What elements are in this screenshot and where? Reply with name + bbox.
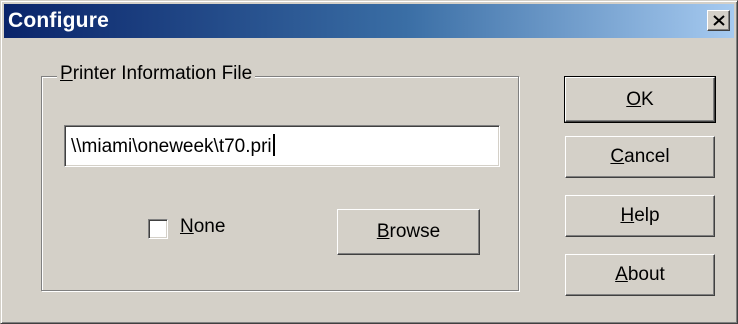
close-button[interactable] <box>707 10 730 31</box>
help-button[interactable]: Help <box>565 195 715 237</box>
printer-info-group-label: Printer Information File <box>57 63 256 85</box>
window-title: Configure <box>8 9 109 32</box>
title-bar[interactable]: Configure <box>4 4 734 38</box>
browse-button[interactable]: Browse <box>337 209 480 255</box>
none-checkbox[interactable] <box>148 219 168 239</box>
close-icon <box>712 15 725 26</box>
ok-button[interactable]: OK <box>564 76 716 123</box>
printer-info-groupbox: Printer Information File <box>41 63 519 291</box>
printer-info-file-input[interactable]: \\miami\oneweek\t70.pri <box>64 125 500 167</box>
none-checkbox-label[interactable]: None <box>180 216 225 238</box>
printer-info-file-value: \\miami\oneweek\t70.pri <box>71 136 272 157</box>
about-button[interactable]: About <box>565 254 715 296</box>
text-caret <box>272 134 275 156</box>
cancel-button[interactable]: Cancel <box>565 136 715 178</box>
